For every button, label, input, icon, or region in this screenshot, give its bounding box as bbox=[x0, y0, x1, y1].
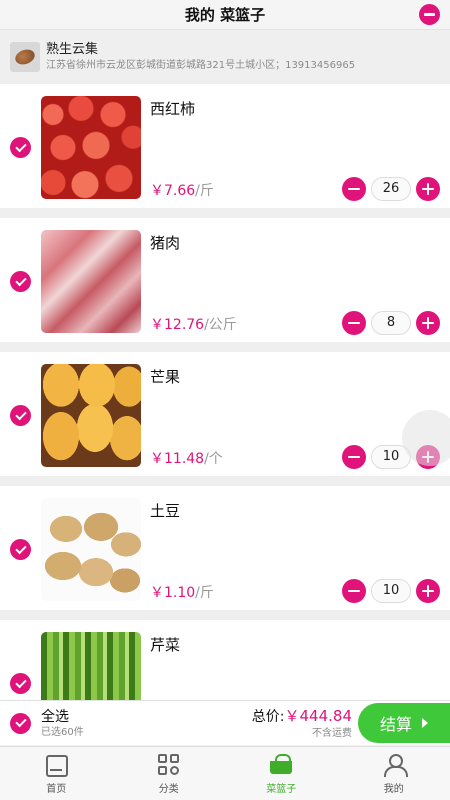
price-unit: /个 bbox=[204, 451, 223, 467]
total-amount: ￥444.84 bbox=[284, 707, 353, 725]
product-price: ￥12.76/公斤 bbox=[150, 317, 237, 333]
price-unit: /斤 bbox=[195, 585, 214, 601]
product-image[interactable] bbox=[41, 364, 141, 467]
total-label: 总价: bbox=[251, 709, 285, 725]
total-price: 总价:￥444.84 不含运费 bbox=[252, 706, 352, 740]
checkout-button[interactable]: 结算 bbox=[358, 703, 450, 743]
quantity-stepper: 8 bbox=[342, 311, 440, 335]
header-bar: 我的 菜篮子 bbox=[0, 0, 450, 30]
product-price: ￥7.66/斤 bbox=[150, 183, 214, 199]
cart-item: 土豆 ￥1.10/斤 10 bbox=[0, 486, 450, 610]
store-avatar bbox=[10, 42, 40, 72]
product-price: ￥1.10/斤 bbox=[150, 585, 214, 601]
price-unit: /斤 bbox=[195, 183, 214, 199]
item-checkbox[interactable] bbox=[10, 539, 31, 560]
arrow-right-icon bbox=[422, 718, 428, 728]
product-name[interactable]: 猪肉 bbox=[150, 232, 180, 253]
home-icon bbox=[44, 753, 69, 777]
tab-category[interactable]: 分类 bbox=[113, 747, 226, 800]
page-title: 我的 菜篮子 bbox=[184, 6, 266, 24]
user-icon bbox=[382, 753, 408, 777]
cart-item: 芒果 ￥11.48/个 10 bbox=[0, 352, 450, 476]
cart-page: 我的 菜篮子 熟生云集 江苏省徐州市云龙区彭城街道彭城路321号土城小区；139… bbox=[0, 0, 450, 800]
store-info[interactable]: 熟生云集 江苏省徐州市云龙区彭城街道彭城路321号土城小区；1391345696… bbox=[0, 31, 450, 83]
product-image[interactable] bbox=[41, 96, 141, 199]
tab-profile[interactable]: 我的 bbox=[338, 747, 450, 800]
category-icon bbox=[157, 753, 181, 777]
decrease-button[interactable] bbox=[342, 445, 366, 469]
item-checkbox[interactable] bbox=[10, 137, 31, 158]
item-checkbox[interactable] bbox=[10, 673, 31, 694]
cart-list: 西红柿 ￥7.66/斤 26 猪肉 ￥12.76/公斤 8 芒果 ￥11.48/… bbox=[0, 84, 450, 754]
price-unit: /公斤 bbox=[204, 317, 237, 333]
product-image[interactable] bbox=[41, 230, 141, 333]
item-checkbox[interactable] bbox=[10, 405, 31, 426]
decrease-button[interactable] bbox=[342, 177, 366, 201]
minus-circle-icon[interactable] bbox=[419, 4, 440, 25]
cart-summary-bar: 全选 已选60件 总价:￥444.84 不含运费 结算 bbox=[0, 700, 450, 745]
quantity-stepper: 10 bbox=[342, 579, 440, 603]
product-name[interactable]: 土豆 bbox=[150, 500, 180, 521]
store-name: 熟生云集 bbox=[46, 42, 99, 57]
shipping-note: 不含运费 bbox=[312, 728, 352, 739]
item-checkbox[interactable] bbox=[10, 271, 31, 292]
basket-icon bbox=[269, 753, 293, 777]
select-all-checkbox[interactable] bbox=[10, 712, 31, 734]
tab-home[interactable]: 首页 bbox=[0, 747, 113, 800]
decrease-button[interactable] bbox=[342, 311, 366, 335]
product-name[interactable]: 芒果 bbox=[150, 366, 180, 387]
selected-count: 已选60件 bbox=[41, 726, 84, 738]
quantity-field[interactable]: 10 bbox=[371, 579, 411, 603]
store-address: 江苏省徐州市云龙区彭城街道彭城路321号土城小区；13913456965 bbox=[46, 60, 356, 71]
quantity-field[interactable]: 8 bbox=[371, 311, 411, 335]
cart-item: 西红柿 ￥7.66/斤 26 bbox=[0, 84, 450, 208]
bottom-tab-bar: 首页 分类 菜篮子 我的 bbox=[0, 746, 450, 800]
quantity-stepper: 26 bbox=[342, 177, 440, 201]
cart-item: 猪肉 ￥12.76/公斤 8 bbox=[0, 218, 450, 342]
increase-button[interactable] bbox=[416, 579, 440, 603]
product-image[interactable] bbox=[41, 498, 141, 601]
decrease-button[interactable] bbox=[342, 579, 366, 603]
quantity-field[interactable]: 26 bbox=[371, 177, 411, 201]
product-price: ￥11.48/个 bbox=[150, 451, 223, 467]
floating-scroll-button[interactable] bbox=[402, 410, 450, 466]
increase-button[interactable] bbox=[416, 311, 440, 335]
increase-button[interactable] bbox=[416, 177, 440, 201]
product-name[interactable]: 芹菜 bbox=[150, 634, 180, 655]
product-name[interactable]: 西红柿 bbox=[150, 98, 195, 119]
select-all-label[interactable]: 全选 bbox=[41, 708, 84, 726]
tab-basket[interactable]: 菜篮子 bbox=[225, 747, 338, 800]
